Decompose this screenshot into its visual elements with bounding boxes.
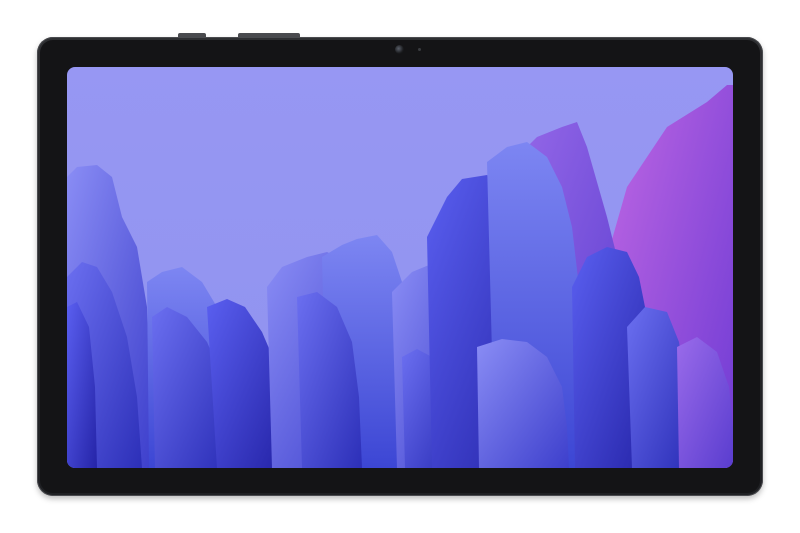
front-camera-icon xyxy=(395,45,404,54)
wallpaper xyxy=(67,67,733,468)
tablet-screen[interactable] xyxy=(67,67,733,468)
light-sensor xyxy=(418,48,421,51)
